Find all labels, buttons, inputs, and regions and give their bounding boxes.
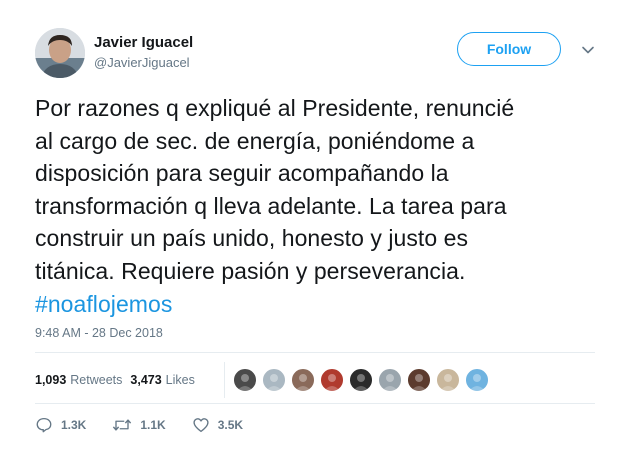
tweet-timestamp[interactable]: 9:48 AM - 28 Dec 2018: [35, 326, 163, 340]
retweet-button[interactable]: 1.1K: [112, 416, 166, 434]
tweet-line: titánica. Requiere pasión y perseveranci…: [35, 257, 466, 284]
author-avatar-image: [35, 28, 85, 78]
likes-stat[interactable]: 3,473 Likes: [130, 373, 194, 387]
engagement-stats: 1,093 Retweets 3,473 Likes: [35, 372, 195, 388]
follow-button[interactable]: Follow: [457, 32, 561, 66]
author-avatar[interactable]: [35, 28, 85, 78]
divider: [35, 403, 595, 404]
liker-avatar[interactable]: [407, 368, 431, 392]
liker-avatars: [233, 368, 494, 392]
reply-button[interactable]: 1.3K: [35, 416, 86, 434]
like-button[interactable]: 3.5K: [192, 416, 243, 434]
author-name[interactable]: Javier Iguacel: [94, 34, 193, 51]
liker-avatar[interactable]: [349, 368, 373, 392]
divider: [35, 352, 595, 353]
hashtag-link[interactable]: #noaflojemos: [35, 288, 605, 321]
retweet-icon: [113, 419, 132, 431]
retweets-stat[interactable]: 1,093 Retweets: [35, 373, 122, 387]
tweet-line: transformación q lleva adelante. La tare…: [35, 192, 507, 219]
heart-icon: [193, 418, 209, 433]
tweet-actions: 1.3K 1.1K 3.5K: [35, 416, 269, 434]
likes-count: 3,473: [130, 373, 162, 387]
liker-avatar[interactable]: [465, 368, 489, 392]
retweets-label: Retweets: [70, 373, 123, 387]
author-handle[interactable]: @JavierJiguacel: [94, 55, 190, 70]
like-count: 3.5K: [217, 418, 244, 432]
stat-separator: [224, 362, 225, 398]
likes-label: Likes: [165, 373, 195, 387]
chevron-down-icon[interactable]: [580, 42, 596, 58]
tweet-line: Por razones q expliqué al Presidente, re…: [35, 95, 515, 121]
tweet-line: disposición para seguir acompañando la: [35, 160, 449, 187]
liker-avatar[interactable]: [378, 368, 402, 392]
liker-avatar[interactable]: [436, 368, 460, 392]
retweet-count: 1.1K: [140, 418, 166, 432]
tweet-line: al cargo de sec. de energía, poniéndome …: [35, 127, 475, 154]
reply-count: 1.3K: [61, 418, 87, 432]
tweet-text: Por razones q expliqué al Presidente, re…: [35, 92, 605, 320]
liker-avatar[interactable]: [291, 368, 315, 392]
tweet-line: construir un país unido, honesto y justo…: [35, 225, 469, 252]
reply-icon: [36, 417, 52, 433]
retweets-count: 1,093: [35, 373, 67, 387]
liker-avatar[interactable]: [233, 368, 257, 392]
liker-avatar[interactable]: [320, 368, 344, 392]
liker-avatar[interactable]: [262, 368, 286, 392]
